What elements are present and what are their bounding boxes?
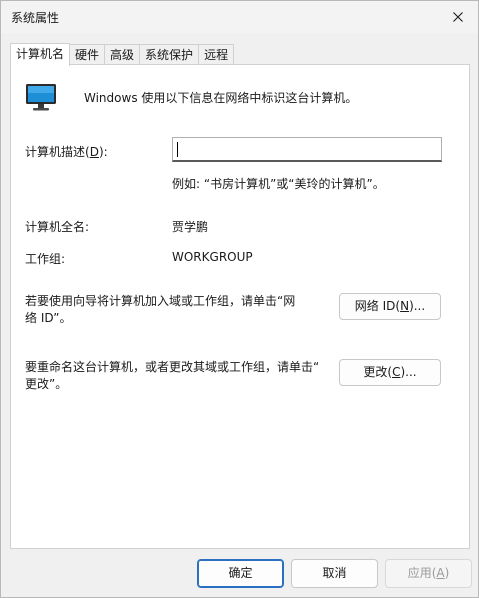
tab-hardware[interactable]: 硬件 (69, 44, 106, 65)
network-id-text-line1: 若要使用向导将计算机加入域或工作组，请单击“网 (25, 294, 296, 308)
tab-system-protection[interactable]: 系统保护 (139, 44, 200, 65)
window-title: 系统属性 (11, 11, 60, 25)
full-name-value: 贾学鹏 (172, 220, 209, 234)
network-id-text: 若要使用向导将计算机加入域或工作组，请单击“网 络 ID”。 (25, 293, 325, 327)
workgroup-label: 工作组: (25, 252, 66, 266)
tab-computer-name[interactable]: 计算机名 (10, 43, 71, 66)
tab-advanced[interactable]: 高级 (104, 44, 141, 65)
computer-description-input[interactable] (172, 137, 442, 162)
tab-remote[interactable]: 远程 (198, 44, 235, 65)
full-name-label: 计算机全名: (25, 220, 90, 234)
network-id-button[interactable]: 网络 ID(N)... (339, 293, 441, 320)
system-properties-window: 系统属性 计算机名 硬件 高级 系统保护 远程 Windows 使用以下信息在网… (0, 0, 479, 598)
cancel-button[interactable]: 取消 (291, 559, 378, 588)
close-icon (453, 12, 463, 22)
intro-text: Windows 使用以下信息在网络中标识这台计算机。 (84, 91, 358, 105)
rename-text-line1: 要重命名这台计算机，或者更改其域或工作组，请单击“ (25, 360, 320, 374)
tab-strip: 计算机名 硬件 高级 系统保护 远程 (10, 43, 235, 66)
computer-monitor-icon (26, 84, 56, 111)
rename-text-line2: 更改”。 (25, 377, 68, 391)
ok-button[interactable]: 确定 (197, 559, 284, 588)
rename-text: 要重命名这台计算机，或者更改其域或工作组，请单击“ 更改”。 (25, 359, 330, 393)
description-hint: 例如: “书房计算机”或“美玲的计算机”。 (172, 177, 385, 191)
text-caret (177, 142, 178, 157)
change-button[interactable]: 更改(C)... (339, 359, 441, 386)
description-label: 计算机描述(D): (25, 145, 108, 159)
computer-name-panel: Windows 使用以下信息在网络中标识这台计算机。 计算机描述(D): 例如:… (10, 64, 470, 549)
title-bar: 系统属性 (1, 1, 478, 33)
apply-button[interactable]: 应用(A) (385, 559, 472, 588)
network-id-text-line2: 络 ID”。 (25, 311, 72, 325)
workgroup-value: WORKGROUP (172, 250, 253, 264)
close-button[interactable] (438, 1, 478, 33)
